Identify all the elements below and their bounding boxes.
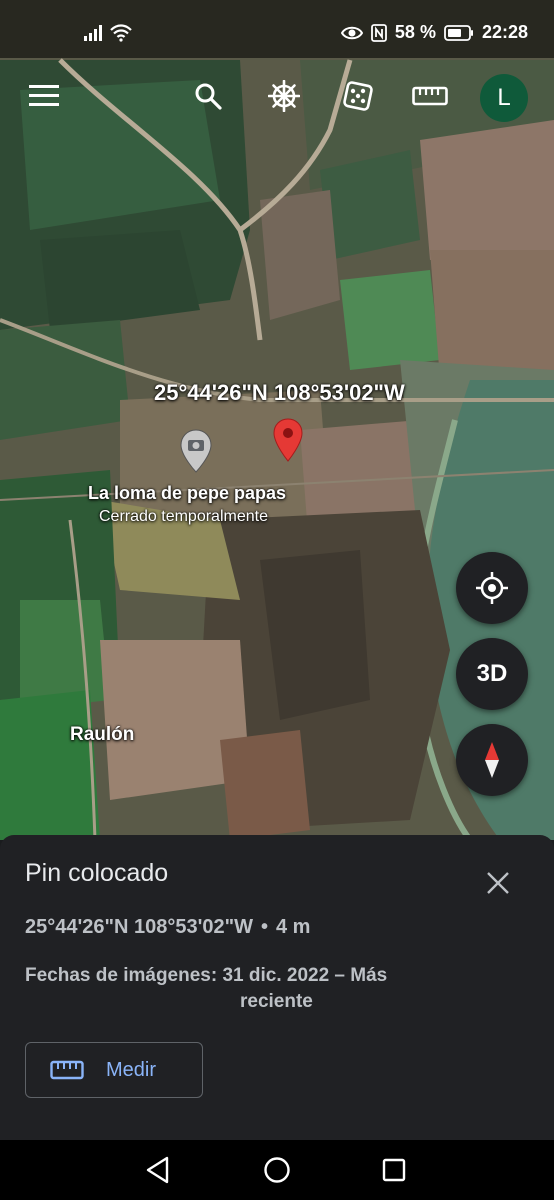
separator-dot: • [260,916,268,938]
map-toolbar [0,74,554,124]
wifi-icon [110,24,132,42]
coordinate-label: 25°44'26"N 108°53'02"W [154,380,405,405]
place-name-label[interactable]: La loma de pepe papas [88,483,286,504]
photo-marker-icon[interactable] [178,428,214,474]
place-status-label: Cerrado temporalmente [99,508,268,525]
close-icon [487,872,509,894]
imagery-dates: Fechas de imágenes: 31 dic. 2022 – Más r… [25,963,445,1015]
pin-info-sheet: Pin colocado 25°44'26"N 108°53'02"W • 4 m … [0,835,554,1140]
measure-label: Medir [106,1058,157,1081]
home-button[interactable] [261,1154,293,1186]
close-button[interactable] [480,865,516,901]
battery-icon [444,24,473,41]
pin-coordinates: 25°44'26"N 108°53'02"W [25,916,253,938]
ruler-icon [412,86,448,106]
battery-percent: 58 % [394,22,436,42]
signal-icon [84,25,102,41]
compass-button[interactable] [456,724,528,796]
town-label: Raulón [70,724,135,745]
ruler-icon [50,1060,84,1080]
eye-icon [340,26,363,39]
search-icon [195,83,222,110]
random-dice-button[interactable] [336,74,380,118]
account-avatar[interactable]: L [480,74,528,122]
compass-icon [485,742,499,778]
nfc-icon [371,23,387,42]
voyager-icon [268,80,300,112]
pin-altitude: 4 m [275,916,311,938]
sheet-title: Pin colocado [25,859,169,887]
my-location-button[interactable] [456,552,528,624]
back-button[interactable] [142,1154,174,1186]
recents-icon [382,1158,406,1182]
system-nav-bar [0,1140,554,1200]
measure-button[interactable]: Medir [25,1042,203,1098]
3d-toggle-button[interactable]: 3D [456,638,528,710]
home-icon [264,1157,290,1183]
pin-coordinates-row: 25°44'26"N 108°53'02"W • 4 m [25,916,310,939]
satellite-map[interactable]: 25°44'26"N 108°53'02"W La loma de pepe p… [0,0,554,840]
back-icon [146,1156,169,1184]
voyager-button[interactable] [262,74,306,118]
imagery-dates-line1: Fechas de imágenes: 31 dic. 2022 – Más [25,965,388,986]
my-location-icon [476,572,508,604]
random-dice-icon [343,81,373,111]
clock: 22:28 [481,22,528,42]
search-button[interactable] [186,74,230,118]
menu-button[interactable] [22,74,66,118]
placed-pin-icon[interactable] [272,418,304,462]
measure-tool-button[interactable] [408,74,452,118]
imagery-dates-line2: reciente [240,991,313,1012]
status-bar: 58 % 22:28 [0,0,554,58]
recents-button[interactable] [378,1154,410,1186]
menu-icon [29,85,59,106]
